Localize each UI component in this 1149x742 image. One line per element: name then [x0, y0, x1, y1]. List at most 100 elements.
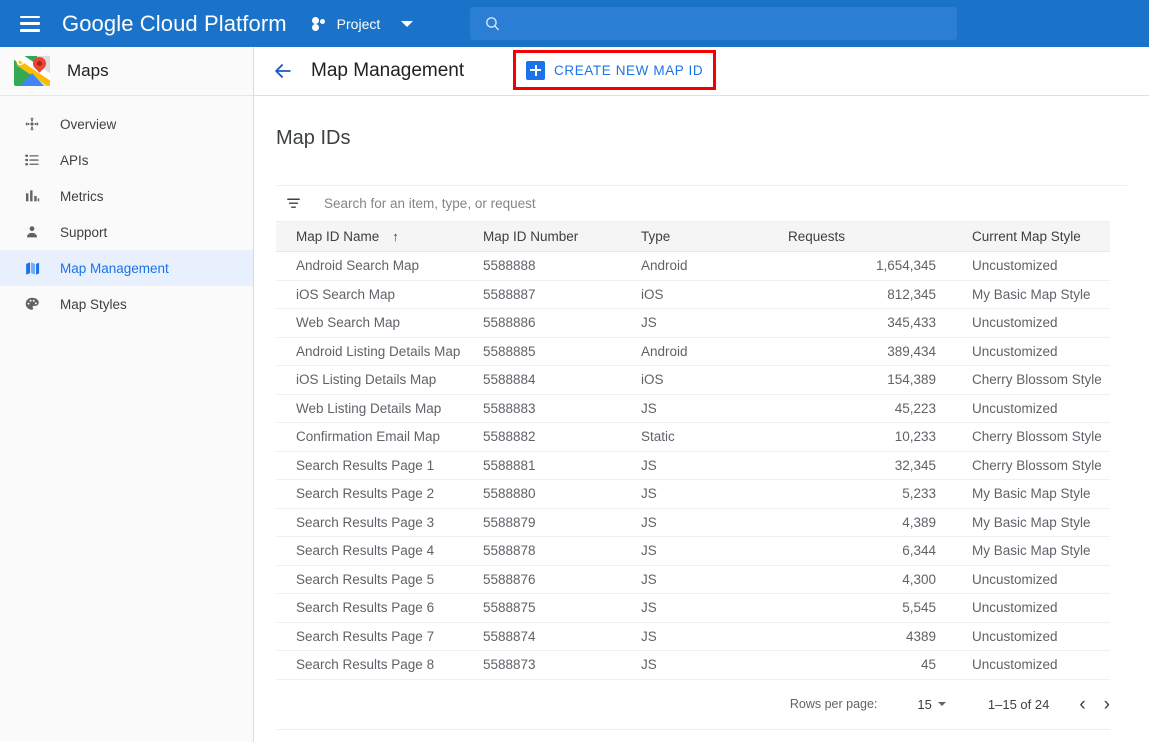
cell-current-map-style: Cherry Blossom Style [936, 365, 1110, 395]
global-search-box[interactable] [470, 7, 957, 40]
table-row[interactable]: Android Listing Details Map 5588885 Androi… [276, 337, 1110, 366]
cell-map-id-name: Search Results Page 3 [276, 508, 483, 537]
sidebar-item-label: Overview [60, 116, 117, 132]
table-row[interactable]: Search Results Page 4 5588878 JS 6,344 My Ba… [276, 536, 1110, 566]
sidebar-item-map-management[interactable]: Map Management [0, 250, 253, 286]
cell-type: iOS [630, 280, 788, 309]
cell-requests: 1,654,345 [788, 251, 936, 281]
cell-requests: 154,389 [788, 365, 936, 395]
sidebar-item-metrics[interactable]: Metrics [0, 178, 253, 214]
sidebar-item-map-styles[interactable]: Map Styles [0, 286, 253, 322]
rows-per-page-select[interactable]: 15 [917, 697, 946, 712]
column-label: Map ID Name [296, 229, 380, 244]
cell-map-id-number: 5588886 [483, 308, 630, 338]
cell-type: JS [630, 565, 788, 594]
create-new-map-id-button[interactable]: CREATE NEW MAP ID [518, 55, 712, 85]
brand-cloud-platform: Cloud Platform [139, 10, 287, 36]
table-row[interactable]: Search Results Page 3 5588879 JS 4,389 My Ba… [276, 508, 1110, 537]
rows-per-page-label: Rows per page: [789, 697, 878, 711]
table-row[interactable]: Web Listing Details Map 5588883 JS 45,223 Un… [276, 394, 1110, 423]
column-header-requests[interactable]: Requests [788, 221, 936, 252]
sidebar-item-label: Map Styles [60, 296, 127, 312]
cell-map-id-number: 5588888 [483, 251, 630, 281]
chevron-down-icon[interactable] [401, 20, 414, 27]
table-row[interactable]: Search Results Page 5 5588876 JS 4,300 Uncus… [276, 565, 1110, 594]
cell-current-map-style: My Basic Map Style [936, 479, 1110, 509]
search-input[interactable] [324, 196, 1127, 211]
sidebar-item-overview[interactable]: Overview [0, 106, 253, 142]
map-ids-table: Map ID Name ↑ Map ID Number Type Requests… [276, 221, 1110, 680]
cell-requests: 812,345 [788, 280, 936, 309]
table-header: Map ID Name ↑ Map ID Number Type Requests… [276, 221, 1110, 252]
back-arrow-icon[interactable] [272, 60, 294, 82]
cell-map-id-name: Search Results Page 6 [276, 593, 483, 623]
table-body: Android Search Map 5588888 Android 1,654,34… [276, 251, 1110, 680]
column-header-map-id-number[interactable]: Map ID Number [483, 221, 630, 252]
hamburger-menu-icon[interactable] [20, 15, 40, 32]
table-row[interactable]: Confirmation Email Map 5588882 Static 10,23… [276, 422, 1110, 452]
cell-type: JS [630, 508, 788, 537]
cell-requests: 4389 [788, 622, 936, 651]
cell-requests: 4,300 [788, 565, 936, 594]
table-row[interactable]: Search Results Page 6 5588875 JS 5,545 Uncus… [276, 593, 1110, 623]
project-dots-icon [311, 16, 330, 31]
project-selector[interactable]: Project [311, 16, 414, 32]
cell-map-id-number: 5588881 [483, 451, 630, 480]
cell-map-id-name: Search Results Page 7 [276, 622, 483, 651]
cell-type: JS [630, 622, 788, 651]
filter-list-icon[interactable] [285, 195, 305, 212]
chevron-right-icon[interactable]: › [1104, 695, 1110, 714]
cell-current-map-style: My Basic Map Style [936, 536, 1110, 566]
cell-current-map-style: My Basic Map Style [936, 508, 1110, 537]
cell-requests: 32,345 [788, 451, 936, 480]
sidebar-item-label: Map Management [60, 260, 169, 276]
table-row[interactable]: iOS Search Map 5588887 iOS 812,345 My Basic … [276, 280, 1110, 309]
table-row[interactable]: Search Results Page 8 5588873 JS 45 Uncustom… [276, 650, 1110, 680]
chevron-down-icon [937, 702, 946, 706]
table-row[interactable]: Search Results Page 2 5588880 JS 5,233 My Ba… [276, 479, 1110, 509]
cell-current-map-style: Uncustomized [936, 251, 1110, 281]
cell-requests: 389,434 [788, 337, 936, 366]
table-row[interactable]: Android Search Map 5588888 Android 1,654,34… [276, 251, 1110, 281]
cell-type: Android [630, 337, 788, 366]
cell-map-id-number: 5588875 [483, 593, 630, 623]
chevron-left-icon[interactable]: ‹ [1079, 695, 1085, 714]
table-row[interactable]: Search Results Page 7 5588874 JS 4389 Uncust… [276, 622, 1110, 651]
cell-requests: 10,233 [788, 422, 936, 452]
table-pagination: Rows per page: 15 1–15 of 24 ‹ › [276, 680, 1110, 730]
cell-type: JS [630, 650, 788, 680]
sidebar-item-support[interactable]: Support [0, 214, 253, 250]
cell-requests: 45 [788, 650, 936, 680]
cell-map-id-name: Android Listing Details Map [276, 337, 483, 366]
cell-map-id-number: 5588876 [483, 565, 630, 594]
sidebar-item-apis[interactable]: APIs [0, 142, 253, 178]
sidebar-item-label: Support [60, 224, 108, 240]
cell-map-id-number: 5588874 [483, 622, 630, 651]
column-header-map-id-name[interactable]: Map ID Name ↑ [276, 221, 483, 252]
cell-map-id-number: 5588873 [483, 650, 630, 680]
cell-requests: 6,344 [788, 536, 936, 566]
table-row[interactable]: iOS Listing Details Map 5588884 iOS 154,389… [276, 365, 1110, 395]
cell-type: JS [630, 394, 788, 423]
brand-google: Google [62, 10, 134, 36]
cell-type: Static [630, 422, 788, 452]
cell-type: JS [630, 479, 788, 509]
column-header-current-map-style[interactable]: Current Map Style [936, 221, 1110, 252]
cell-map-id-name: Search Results Page 1 [276, 451, 483, 480]
cell-current-map-style: Uncustomized [936, 650, 1110, 680]
cell-map-id-number: 5588885 [483, 337, 630, 366]
table-row[interactable]: Web Search Map 5588886 JS 345,433 Uncustomiz… [276, 308, 1110, 338]
cell-map-id-number: 5588882 [483, 422, 630, 452]
table-row[interactable]: Search Results Page 1 5588881 JS 32,345 Cher… [276, 451, 1110, 480]
cell-map-id-number: 5588878 [483, 536, 630, 566]
sidebar-item-label: APIs [60, 152, 89, 168]
cell-current-map-style: Uncustomized [936, 622, 1110, 651]
list-icon [21, 150, 43, 170]
cell-current-map-style: My Basic Map Style [936, 280, 1110, 309]
cell-type: JS [630, 451, 788, 480]
sidebar-nav: Overview APIs Metrics Support Map Manage… [0, 96, 253, 322]
cell-map-id-name: iOS Listing Details Map [276, 365, 483, 395]
cell-map-id-name: Search Results Page 5 [276, 565, 483, 594]
create-new-map-id-highlight: CREATE NEW MAP ID [513, 50, 717, 90]
column-header-type[interactable]: Type [630, 221, 788, 252]
